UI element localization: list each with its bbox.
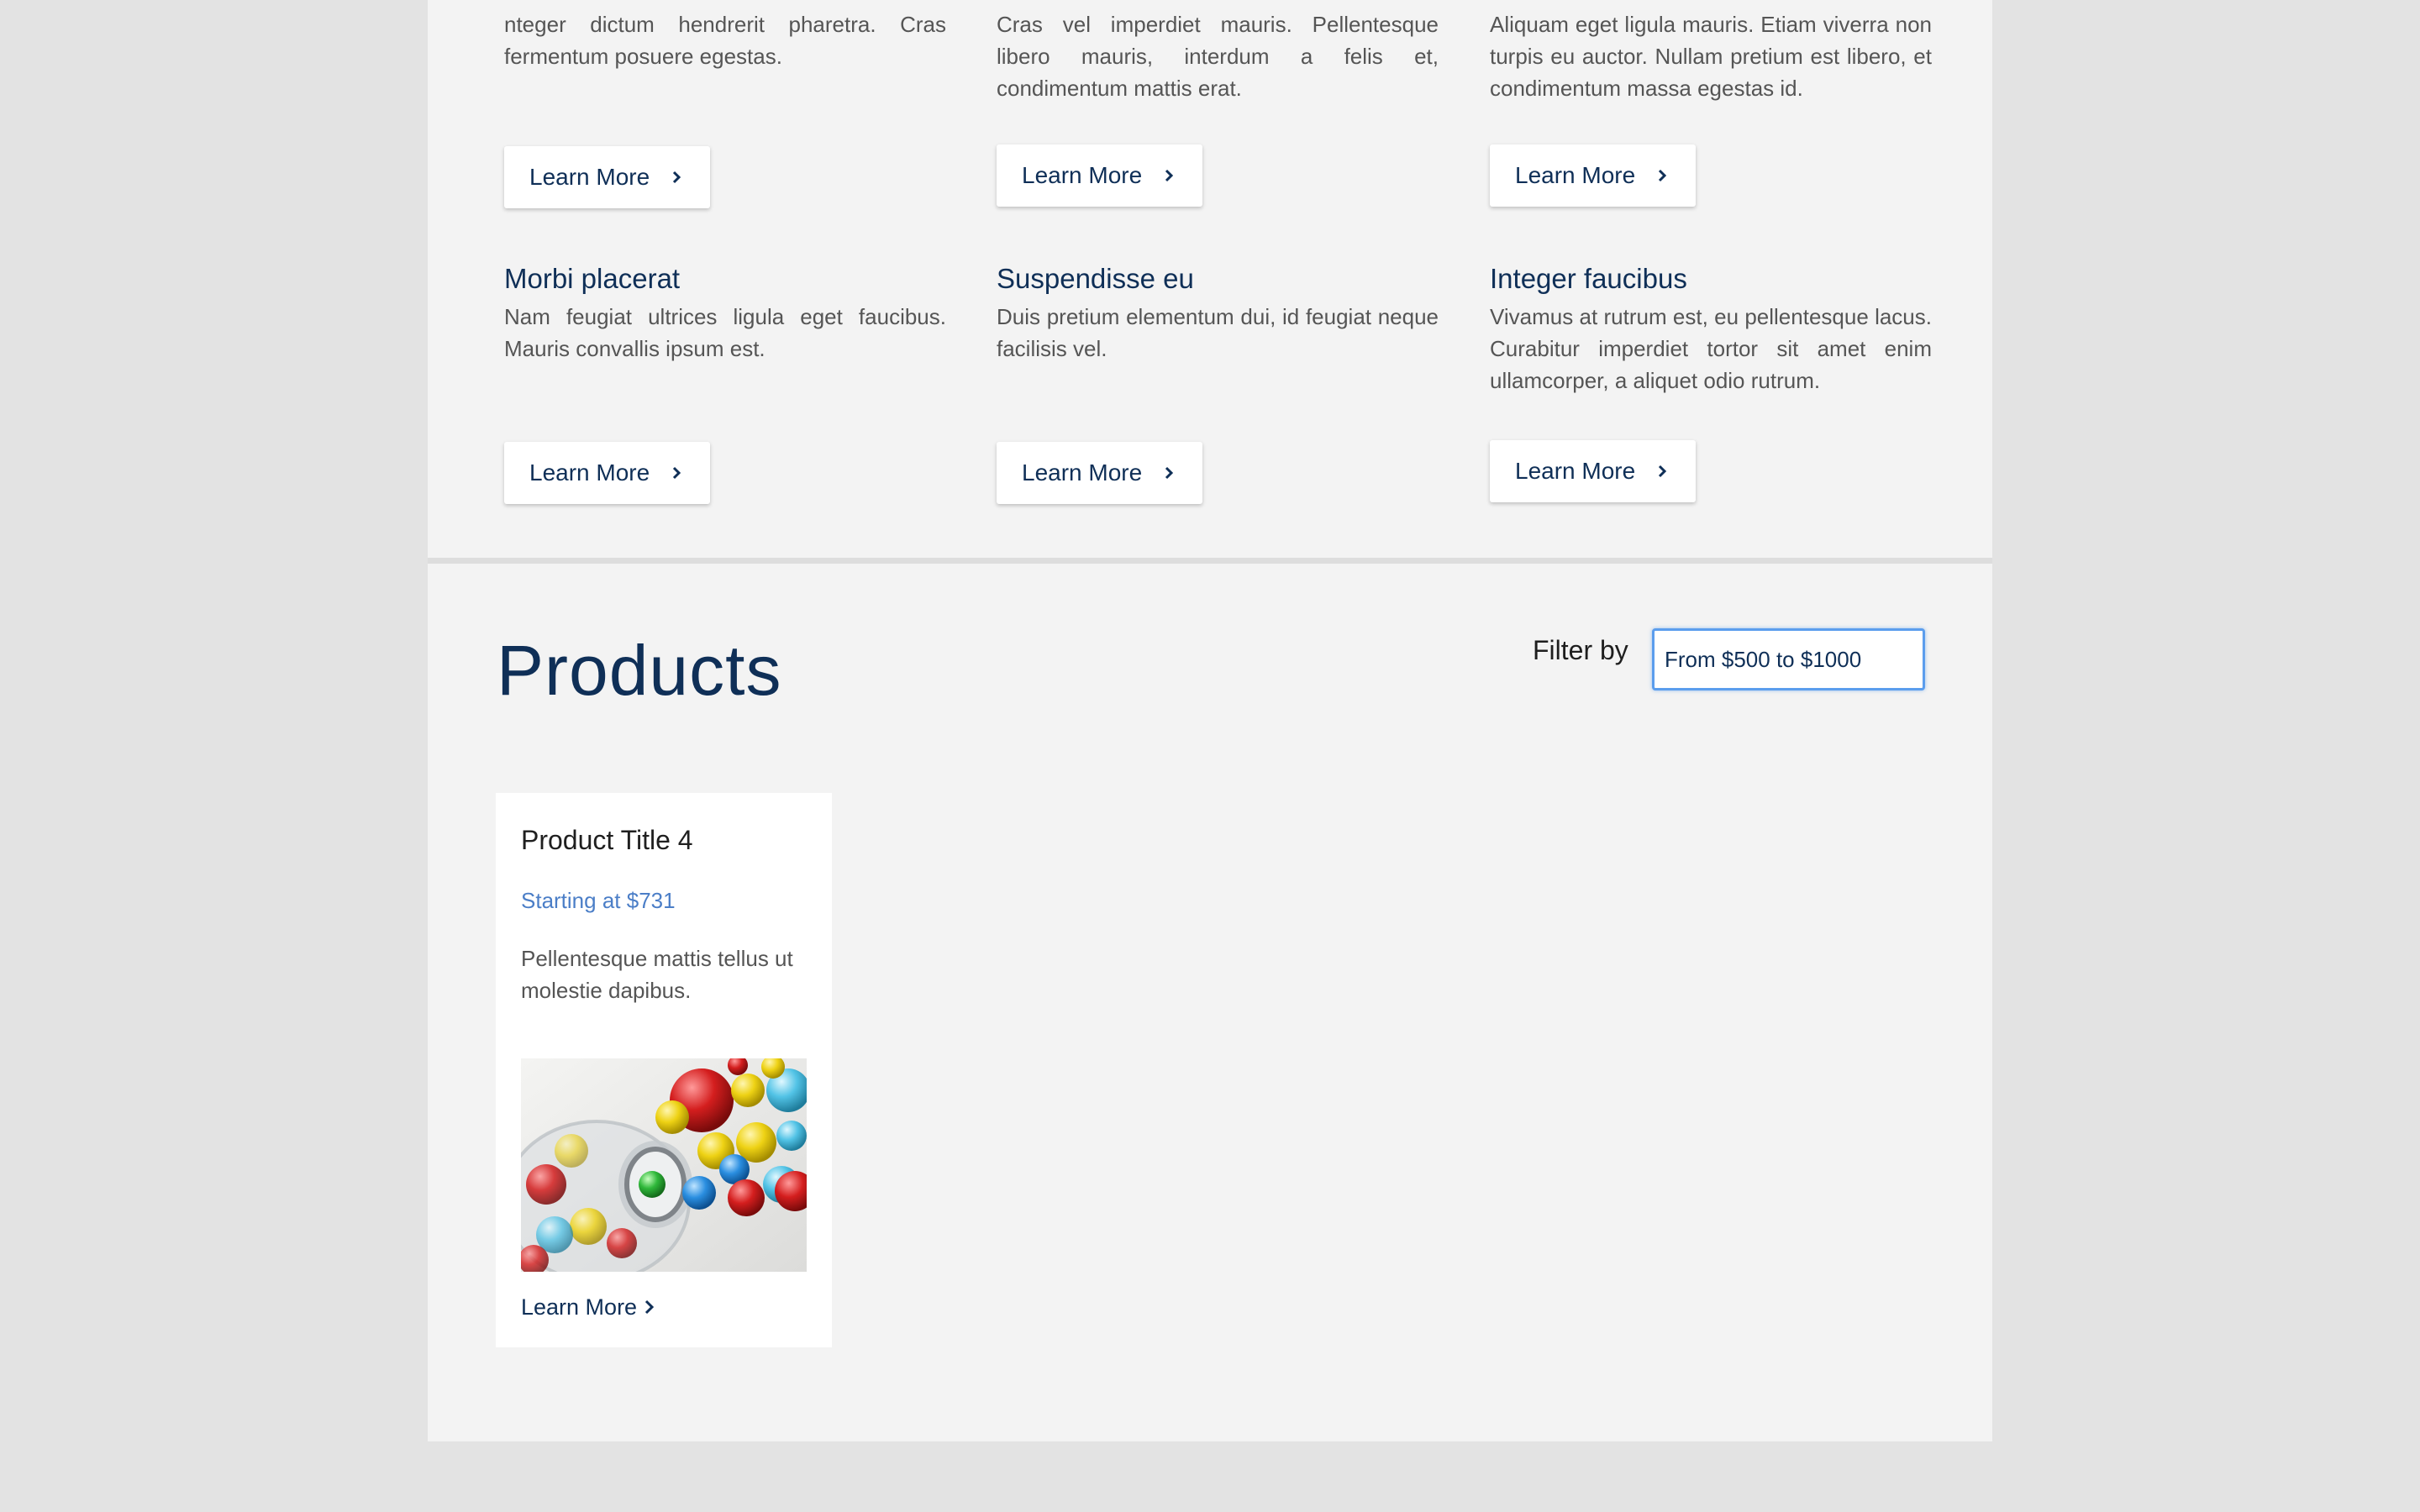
- marbles-jar-photo[interactable]: [521, 1058, 807, 1272]
- feature-card-6: Integer faucibus Vivamus at rutrum est, …: [1490, 262, 1932, 396]
- filter-label: Filter by: [1533, 635, 1628, 665]
- learn-more-button[interactable]: Learn More: [504, 146, 711, 208]
- feature-card-2: Cras vel imperdiet mauris. Pellentesque …: [997, 8, 1439, 104]
- products-heading: Products: [497, 631, 782, 710]
- chevron-right-icon: [1655, 465, 1669, 478]
- feature-card-3: Aliquam eget ligula mauris. Etiam viverr…: [1490, 8, 1932, 104]
- feature-card-4: Morbi placerat Nam feugiat ultrices ligu…: [504, 262, 946, 365]
- chevron-right-icon: [644, 1292, 655, 1322]
- chevron-right-icon: [1162, 169, 1176, 182]
- learn-more-label: Learn More: [1022, 162, 1143, 188]
- section-divider: [428, 558, 1992, 564]
- learn-more-label: Learn More: [1515, 162, 1636, 188]
- feature-title: Morbi placerat: [504, 263, 681, 294]
- feature-title: Suspendisse eu: [997, 263, 1194, 294]
- product-price: Starting at $731: [521, 888, 676, 913]
- learn-more-button[interactable]: Learn More: [997, 442, 1203, 504]
- feature-card-5: Suspendisse eu Duis pretium elementum du…: [997, 262, 1439, 365]
- feature-text: Nam feugiat ultrices ligula eget faucibu…: [504, 304, 946, 361]
- feature-text: Aliquam eget ligula mauris. Etiam viverr…: [1490, 12, 1932, 101]
- product-description: Pellentesque mattis tellus ut molestie d…: [521, 946, 793, 1003]
- product-title: Product Title 4: [521, 825, 693, 855]
- feature-text: nteger dictum hendrerit pharetra. Cras f…: [504, 12, 946, 69]
- feature-title: Integer faucibus: [1490, 263, 1687, 294]
- chevron-right-icon: [1162, 466, 1176, 480]
- feature-text: Duis pretium elementum dui, id feugiat n…: [997, 304, 1439, 361]
- chevron-right-icon: [670, 466, 683, 480]
- learn-more-button[interactable]: Learn More: [504, 442, 711, 504]
- chevron-right-icon: [670, 171, 683, 184]
- learn-more-button[interactable]: Learn More: [1490, 144, 1697, 207]
- learn-more-label: Learn More: [1022, 459, 1143, 486]
- feature-text: Vivamus at rutrum est, eu pellentesque l…: [1490, 304, 1932, 393]
- product-learn-more-link[interactable]: Learn More: [521, 1292, 655, 1322]
- learn-more-label: Learn More: [529, 164, 650, 190]
- features-section: nteger dictum hendrerit pharetra. Cras f…: [428, 0, 1992, 558]
- feature-text: Cras vel imperdiet mauris. Pellentesque …: [997, 12, 1439, 101]
- feature-card-1: nteger dictum hendrerit pharetra. Cras f…: [504, 8, 946, 72]
- product-card: Product Title 4 Starting at $731 Pellent…: [496, 793, 832, 1347]
- learn-more-button[interactable]: Learn More: [997, 144, 1203, 207]
- chevron-right-icon: [1655, 169, 1669, 182]
- learn-more-label: Learn More: [1515, 458, 1636, 484]
- main-panel: nteger dictum hendrerit pharetra. Cras f…: [428, 0, 1992, 1441]
- filter-selected-value: From $500 to $1000: [1665, 646, 1862, 672]
- learn-more-button[interactable]: Learn More: [1490, 440, 1697, 502]
- price-filter-select[interactable]: From $500 to $1000: [1652, 628, 1925, 690]
- learn-more-label: Learn More: [529, 459, 650, 486]
- product-link-label: Learn More: [521, 1294, 638, 1320]
